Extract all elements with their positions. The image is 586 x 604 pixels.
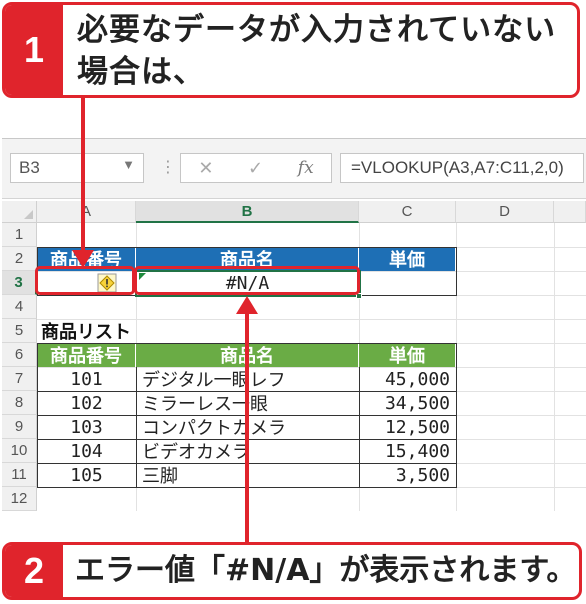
step-number-1: 1 bbox=[5, 5, 63, 95]
column-header-d[interactable]: D bbox=[456, 201, 554, 223]
name-box-dropdown-icon[interactable]: ▼ bbox=[122, 157, 135, 172]
row-header-8[interactable]: 8 bbox=[2, 391, 37, 415]
formula-input[interactable]: =VLOOKUP(A3,A7:C11,2,0) bbox=[340, 153, 584, 183]
column-header-e[interactable] bbox=[554, 201, 586, 223]
table-row-divider bbox=[37, 415, 457, 416]
highlight-box-a3 bbox=[35, 266, 135, 295]
table-column-divider bbox=[359, 367, 360, 487]
gridline bbox=[554, 223, 555, 511]
row-header-2[interactable]: 2 bbox=[2, 247, 37, 271]
table-column-divider bbox=[136, 367, 137, 487]
formula-bar: B3 ▼ ⋮ ✕ ✓ fx =VLOOKUP(A3,A7:C11,2,0) bbox=[2, 139, 586, 199]
insert-function-icon[interactable]: fx bbox=[298, 158, 314, 178]
row-header-4[interactable]: 4 bbox=[2, 295, 37, 319]
callout-step-1-line2: 場合は、 bbox=[77, 54, 205, 90]
name-box[interactable]: B3 ▼ bbox=[10, 153, 144, 183]
formula-buttons: ✕ ✓ fx bbox=[180, 153, 332, 183]
row-header-11[interactable]: 11 bbox=[2, 463, 37, 487]
column-header-a[interactable]: A bbox=[37, 201, 136, 223]
cancel-icon[interactable]: ✕ bbox=[198, 158, 213, 179]
enter-check-icon[interactable]: ✓ bbox=[248, 158, 263, 179]
callout-step-2: 2 エラー値「#N/A」が表示されます。 bbox=[2, 542, 582, 600]
table-row-divider bbox=[37, 391, 457, 392]
row-header-3[interactable]: 3 bbox=[2, 271, 37, 295]
resize-dots-icon[interactable]: ⋮ bbox=[160, 157, 176, 176]
list-title[interactable]: 商品リスト bbox=[37, 319, 237, 343]
row-header-9[interactable]: 9 bbox=[2, 415, 37, 439]
select-all-corner[interactable] bbox=[2, 201, 37, 223]
column-header-c[interactable]: C bbox=[359, 201, 456, 223]
step-number-2: 2 bbox=[5, 545, 63, 597]
worksheet-grid: A B C D 1 2 3 4 5 6 7 8 9 10 11 12 商品番号 … bbox=[2, 201, 586, 511]
callout-step-1-line1: 必要なデータが入力されていない bbox=[77, 12, 557, 48]
row-header-12[interactable]: 12 bbox=[2, 487, 37, 511]
highlight-box-b3 bbox=[134, 266, 360, 295]
row-header-7[interactable]: 7 bbox=[2, 367, 37, 391]
callout-step-2-text: エラー値「#N/A」が表示されます。 bbox=[75, 553, 577, 588]
callout-step-1: 1 必要なデータが入力されていない 場合は、 bbox=[2, 2, 580, 98]
table-row-divider bbox=[37, 463, 457, 464]
column-header-b[interactable]: B bbox=[136, 201, 359, 223]
row-header-1[interactable]: 1 bbox=[2, 223, 37, 247]
row-header-10[interactable]: 10 bbox=[2, 439, 37, 463]
table-row-divider bbox=[37, 439, 457, 440]
callout-step-1-text: 必要なデータが入力されていない 場合は、 bbox=[63, 5, 556, 95]
name-box-value: B3 bbox=[19, 158, 40, 177]
excel-window: B3 ▼ ⋮ ✕ ✓ fx =VLOOKUP(A3,A7:C11,2,0) A … bbox=[2, 138, 586, 511]
row-header-5[interactable]: 5 bbox=[2, 319, 37, 343]
row-header-6[interactable]: 6 bbox=[2, 343, 37, 367]
